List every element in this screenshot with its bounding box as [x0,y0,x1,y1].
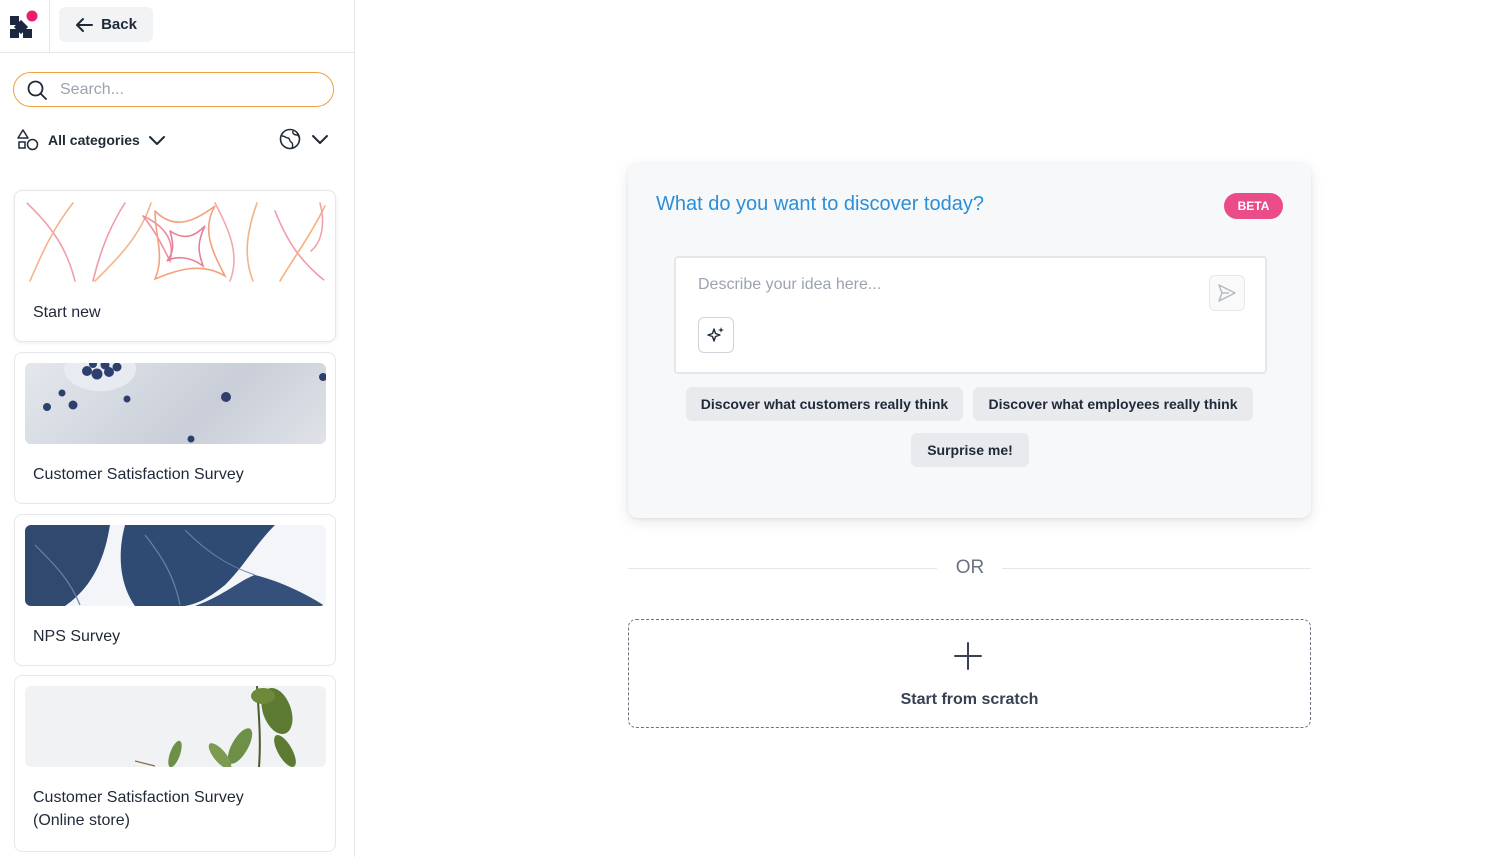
idea-input[interactable] [698,276,1188,306]
search-box[interactable] [13,72,334,107]
back-button[interactable]: Back [59,7,153,42]
chevron-down-icon [148,136,165,145]
send-icon [1218,284,1236,302]
divider-line [628,568,937,569]
template-sidebar: Back All categories [0,0,355,857]
template-title: Customer Satisfaction Survey [33,466,244,483]
category-filter[interactable]: All categories [16,128,166,152]
search-input[interactable] [60,73,320,106]
template-title: Start new [33,304,101,321]
divider-line [1002,568,1311,569]
search-icon [27,80,47,100]
arrow-left-icon [76,17,94,32]
panel-headline: What do you want to discover today? [656,193,984,215]
suggestion-chip-employees[interactable]: Discover what employees really think [973,387,1253,421]
idea-input-box[interactable] [674,256,1267,374]
language-filter[interactable] [279,128,329,150]
template-card-start-new[interactable]: Start new [14,190,336,342]
template-thumbnail [25,363,326,444]
blueberries-image [43,363,326,443]
abstract-lines-image [26,202,326,282]
template-title: Customer Satisfaction Survey (Online sto… [33,789,244,829]
shapes-icon [17,129,39,151]
template-title: NPS Survey [33,628,121,645]
or-separator: OR [955,557,985,578]
sparkles-icon [707,327,724,342]
back-label: Back [101,16,137,33]
plus-icon [954,642,982,670]
template-card-online-store[interactable]: Customer Satisfaction Survey (Online sto… [14,675,336,852]
app-logo[interactable] [8,10,38,40]
start-from-scratch-button[interactable]: Start from scratch [628,619,1311,728]
template-thumbnail [25,201,326,282]
divider [49,0,50,52]
template-card-nps-survey[interactable]: NPS Survey [14,514,336,666]
category-filter-label: All categories [48,132,140,148]
magic-button[interactable] [698,317,734,353]
suggestion-chip-surprise[interactable]: Surprise me! [911,433,1029,467]
beta-badge: BETA [1224,193,1283,219]
suggestion-chip-customers[interactable]: Discover what customers really think [686,387,963,421]
template-card-customer-satisfaction[interactable]: Customer Satisfaction Survey [14,352,336,504]
start-from-scratch-label: Start from scratch [900,691,1039,708]
template-thumbnail [25,525,326,606]
leaves-image [25,525,325,606]
ai-discover-panel: What do you want to discover today? BETA… [628,163,1311,518]
send-button[interactable] [1209,275,1245,311]
globe-icon [279,128,301,150]
plant-image [134,686,296,767]
template-thumbnail [25,686,326,767]
sidebar-topbar: Back [0,0,354,53]
chevron-down-icon [312,135,328,144]
